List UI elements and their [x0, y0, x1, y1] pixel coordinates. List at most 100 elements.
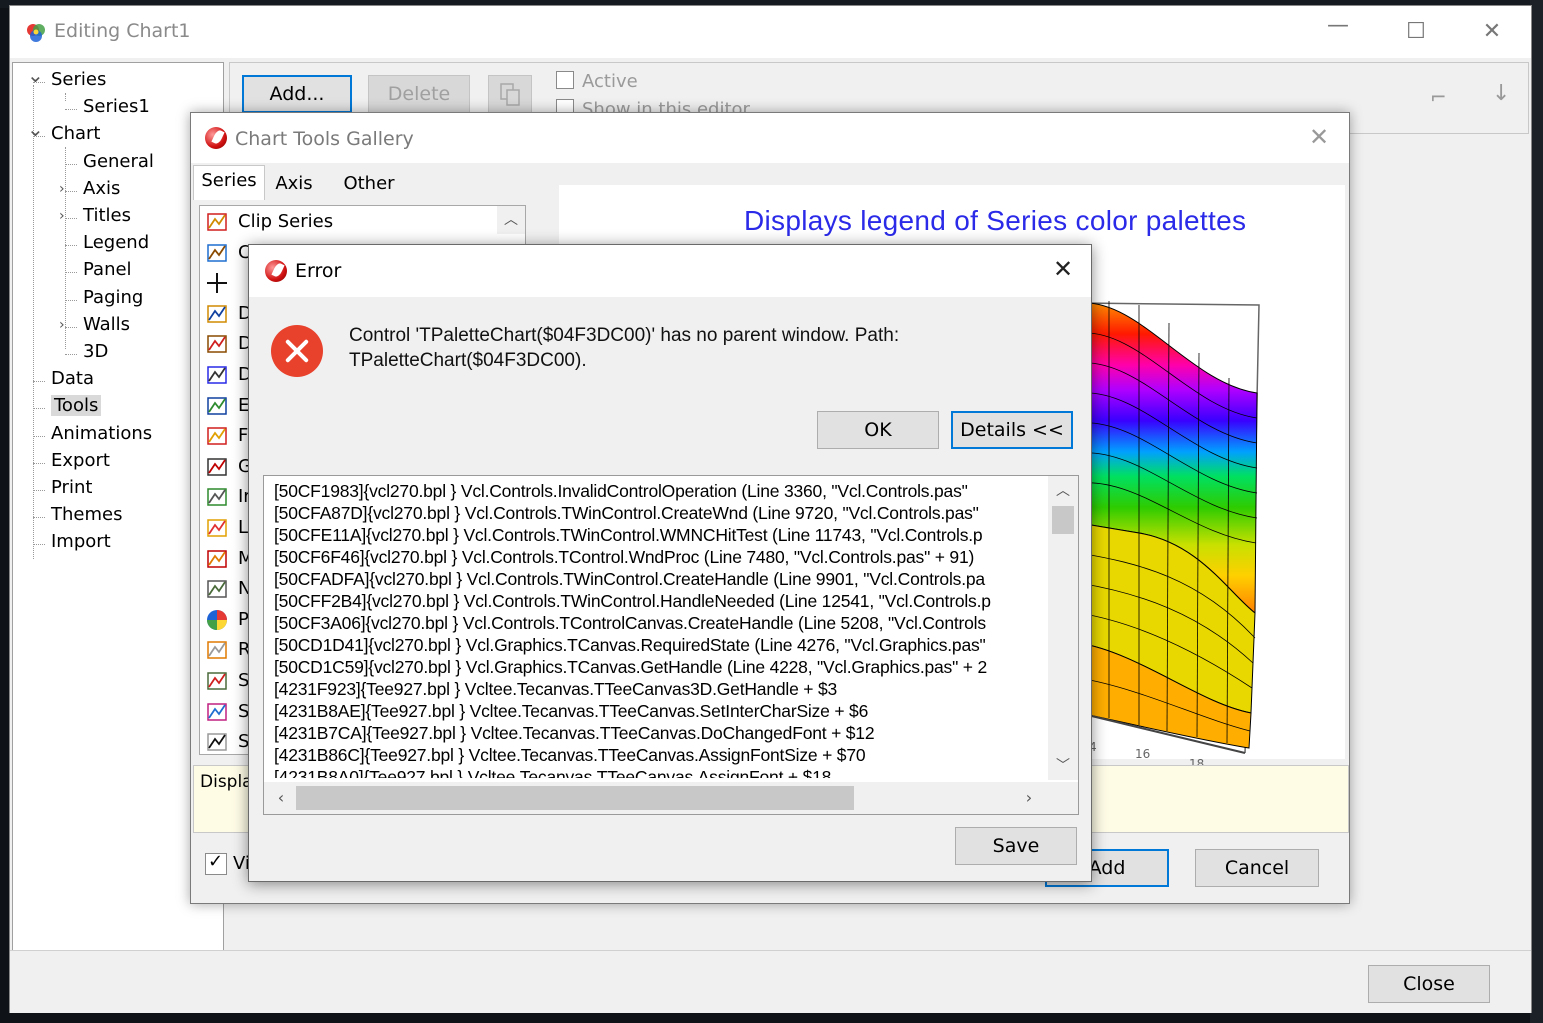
scroll-up-icon[interactable]: ︿	[1048, 476, 1078, 506]
error-details-log[interactable]: [50CF1983]{vcl270.bpl } Vcl.Controls.Inv…	[263, 475, 1079, 815]
tab-other[interactable]: Other	[337, 169, 401, 199]
close-editor-button[interactable]: Close	[1368, 965, 1490, 1003]
gallery-title: Chart Tools Gallery	[235, 128, 414, 150]
log-line: [4231F923]{Tee927.bpl } Vcltee.Tecanvas.…	[274, 679, 838, 699]
tree-item-data[interactable]: Data	[51, 368, 94, 389]
teechart-logo-icon	[205, 127, 227, 149]
title-bar: Editing Chart1 — ☐ ✕	[10, 6, 1531, 58]
legend-palette-icon	[206, 517, 228, 539]
gantt-drag-icon	[206, 456, 228, 478]
chevron-right-icon[interactable]: ›	[59, 208, 65, 224]
log-line: [50CD1D41]{vcl270.bpl } Vcl.Graphics.TCa…	[274, 635, 986, 655]
scroll-down-icon[interactable]: ﹀	[1048, 752, 1078, 780]
chevron-right-icon[interactable]: ›	[59, 181, 65, 197]
tree-item-chart[interactable]: Chart	[51, 123, 100, 144]
chevron-down-icon[interactable]: ⌄	[27, 63, 44, 87]
tree-item-panel[interactable]: Panel	[83, 259, 132, 280]
gallery-title-bar: Chart Tools Gallery ✕	[191, 113, 1349, 163]
checkmark-icon: ✓	[208, 851, 224, 872]
tree-item-general[interactable]: General	[83, 151, 154, 172]
tree-item-import[interactable]: Import	[51, 531, 111, 552]
log-line: [50CFF2B4]{vcl270.bpl } Vcl.Controls.TWi…	[274, 591, 991, 611]
tree-item-axis[interactable]: Axis	[83, 178, 120, 199]
tree-item-tools[interactable]: Tools	[51, 395, 102, 417]
tree-item-paging[interactable]: Paging	[83, 287, 143, 308]
error-icon	[271, 325, 323, 377]
tree-item-walls[interactable]: Walls	[83, 314, 130, 335]
tool-list-item-label: L	[238, 517, 249, 538]
surface-nearest-icon	[206, 670, 228, 692]
log-line: [4231B8A0]{Tee927.bpl } Vcltee.Tecanvas.…	[274, 767, 832, 778]
close-window-button[interactable]: ✕	[1472, 16, 1512, 48]
move-down-icon[interactable]: ↓	[1492, 81, 1510, 106]
horizontal-scroll-thumb[interactable]	[296, 786, 854, 810]
fibonacci-icon	[206, 425, 228, 447]
gallery-tabs: Series Axis Other	[191, 165, 421, 200]
series-band-icon	[206, 731, 228, 753]
details-button[interactable]: Details <<	[951, 411, 1073, 449]
tree-item-print[interactable]: Print	[51, 477, 92, 498]
tree-item-series[interactable]: Series	[51, 69, 106, 90]
log-line: [50CFA87D]{vcl270.bpl } Vcl.Controls.TWi…	[274, 503, 979, 523]
scroll-left-icon[interactable]: ‹	[268, 784, 294, 812]
active-label: Active	[582, 71, 638, 92]
minimize-button[interactable]: —	[1318, 10, 1358, 42]
log-horizontal-scrollbar[interactable]: ‹ ›	[264, 782, 1048, 814]
tree-item-export[interactable]: Export	[51, 450, 110, 471]
tab-series[interactable]: Series	[193, 165, 265, 200]
log-line: [50CF3A06]{vcl270.bpl } Vcl.Controls.TCo…	[274, 613, 986, 633]
log-vertical-scrollbar[interactable]: ︿ ﹀	[1048, 476, 1078, 780]
log-line: [4231B7CA]{Tee927.bpl } Vcltee.Tecanvas.…	[274, 723, 875, 743]
error-message: Control 'TPaletteChart($04F3DC00)' has n…	[349, 325, 900, 371]
tree-item-3d[interactable]: 3D	[83, 341, 108, 362]
drag-point-icon	[206, 333, 228, 355]
move-up-icon[interactable]: ⌐	[1430, 85, 1447, 109]
vertical-scroll-thumb[interactable]	[1052, 506, 1074, 534]
axis-tick-label: 16	[1135, 747, 1151, 761]
mark-tips-icon	[206, 548, 228, 570]
tree-item-themes[interactable]: Themes	[51, 504, 122, 525]
surface-chart-preview	[1079, 301, 1260, 754]
bottom-bar: Close	[10, 950, 1531, 1013]
teechart-logo-icon	[265, 260, 287, 282]
error-dialog: Error ✕ Control 'TPaletteChart($04F3DC00…	[248, 244, 1092, 882]
log-line: [50CFE11A]{vcl270.bpl } Vcl.Controls.TWi…	[274, 525, 983, 545]
list-scroll-up-icon[interactable]: ︿	[497, 206, 525, 234]
copy-button[interactable]	[488, 75, 532, 113]
active-checkbox[interactable]	[556, 71, 574, 89]
chevron-right-icon[interactable]: ›	[59, 317, 65, 333]
color-line-icon	[206, 242, 228, 264]
tool-list-item[interactable]: Clip Series	[206, 208, 496, 236]
pie-slices-icon	[206, 609, 228, 631]
log-line: [50CF1983]{vcl270.bpl } Vcl.Controls.Inv…	[274, 481, 968, 501]
teechart-app-icon	[27, 24, 45, 42]
gallery-close-icon[interactable]: ✕	[1309, 123, 1329, 151]
add-series-button[interactable]: Add...	[242, 75, 352, 113]
tree-item-titles[interactable]: Titles	[83, 205, 131, 226]
ok-button[interactable]: OK	[817, 411, 939, 449]
tree-item-series1[interactable]: Series1	[83, 96, 150, 117]
tool-description-text: Displa	[200, 772, 253, 792]
rotate-icon	[206, 639, 228, 661]
show-in-editor-checkbox[interactable]	[556, 99, 574, 113]
log-line: [50CFADFA]{vcl270.bpl } Vcl.Controls.TWi…	[274, 569, 985, 589]
gallery-cancel-button[interactable]: Cancel	[1195, 849, 1319, 887]
tool-list-item-label: Clip Series	[238, 211, 334, 232]
drag-hand-icon	[206, 303, 228, 325]
save-log-button[interactable]: Save	[955, 827, 1077, 865]
tree-item-animations[interactable]: Animations	[51, 423, 152, 444]
error-title-bar: Error ✕	[249, 245, 1091, 297]
tab-axis[interactable]: Axis	[269, 169, 319, 199]
view-checkbox[interactable]: ✓	[205, 851, 227, 875]
log-line: [50CF6F46]{vcl270.bpl } Vcl.Controls.TCo…	[274, 547, 975, 567]
log-line: [4231B8AE]{Tee927.bpl } Vcltee.Tecanvas.…	[274, 701, 869, 721]
delete-series-button[interactable]: Delete	[368, 75, 470, 113]
preview-caption: Displays legend of Series color palettes	[744, 205, 1247, 236]
extra-legend-icon	[206, 395, 228, 417]
maximize-button[interactable]: ☐	[1396, 16, 1436, 48]
scroll-right-icon[interactable]: ›	[1016, 784, 1042, 812]
chevron-down-icon[interactable]: ⌄	[27, 117, 44, 141]
window-title: Editing Chart1	[54, 20, 191, 42]
tree-item-legend[interactable]: Legend	[83, 232, 149, 253]
error-close-icon[interactable]: ✕	[1053, 255, 1073, 283]
